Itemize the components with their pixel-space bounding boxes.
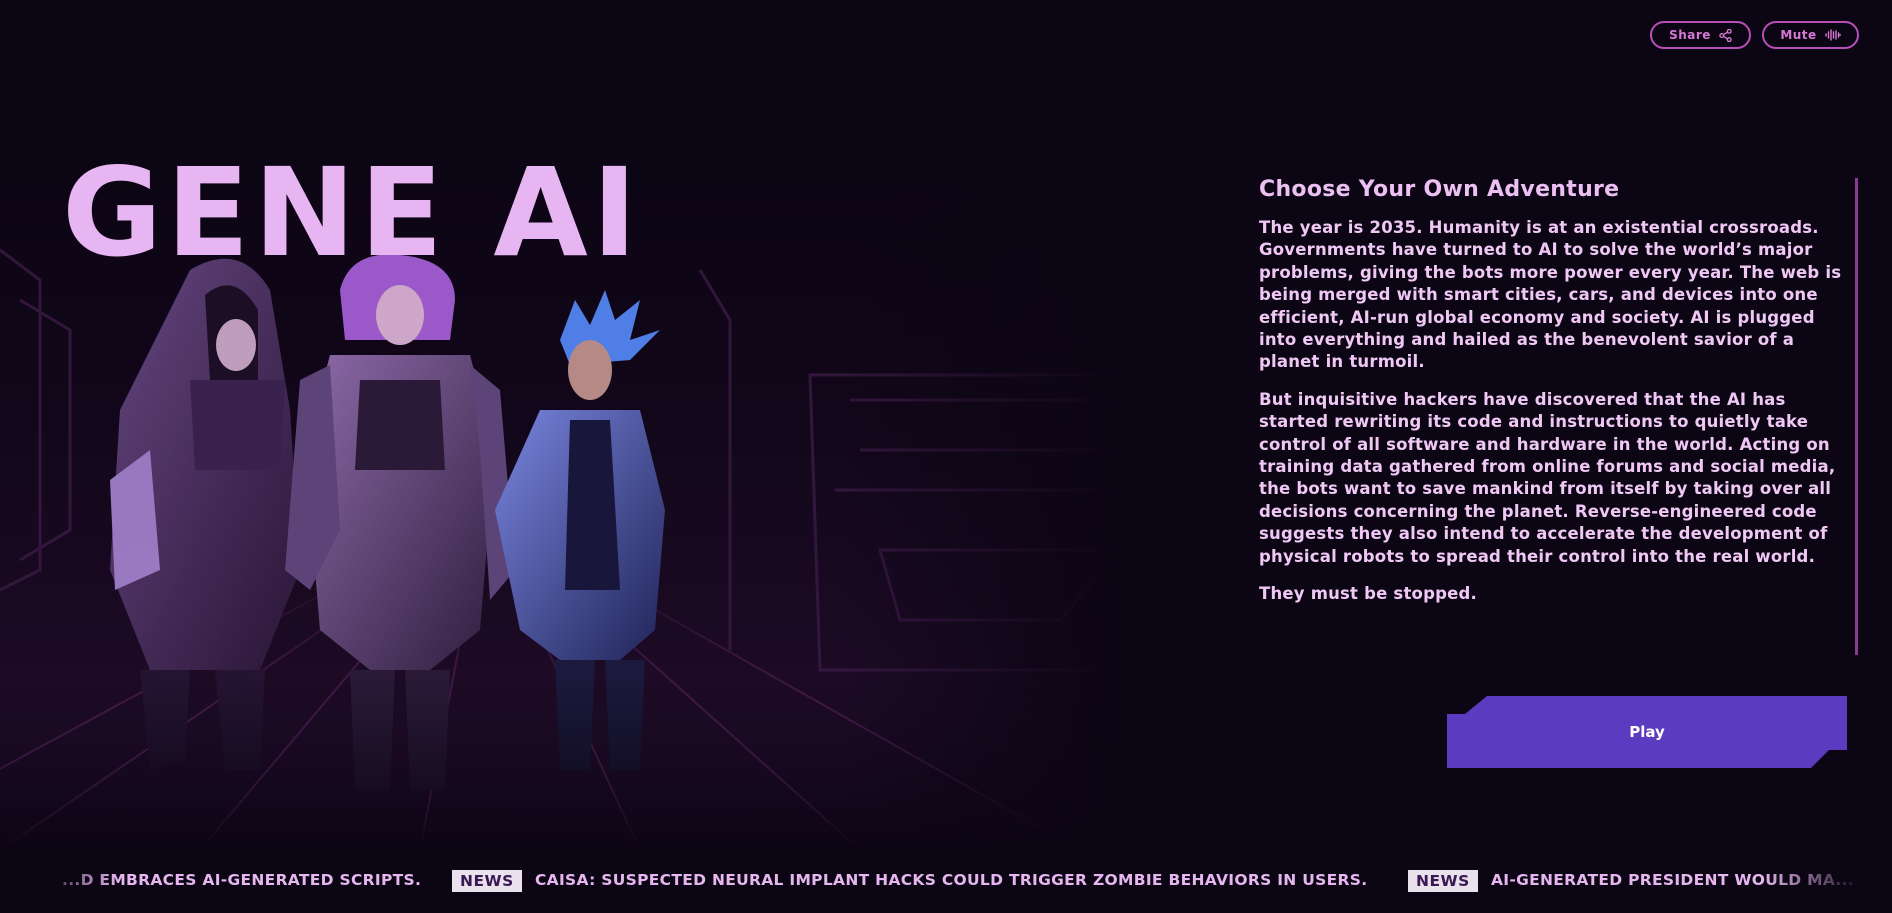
story-heading: Choose Your Own Adventure	[1259, 177, 1620, 202]
news-badge: NEWS	[452, 870, 522, 892]
story-paragraph: The year is 2035. Humanity is at an exis…	[1259, 218, 1842, 372]
story-scrollbar[interactable]	[1855, 178, 1858, 655]
sound-wave-icon	[1824, 29, 1841, 41]
share-icon	[1719, 28, 1732, 42]
news-badge: NEWS	[1408, 870, 1478, 892]
ticker-fade	[1762, 862, 1892, 900]
game-title: GENE AI	[62, 142, 642, 284]
share-button[interactable]: Share	[1650, 21, 1751, 49]
share-label: Share	[1669, 28, 1711, 42]
story-panel: Choose Your Own Adventure The year is 20…	[1259, 177, 1845, 621]
ticker-headline: CAISA: SUSPECTED NEURAL IMPLANT HACKS CO…	[535, 871, 1368, 889]
mute-button[interactable]: Mute	[1762, 21, 1859, 49]
scrollbar-thumb[interactable]	[1855, 178, 1858, 655]
play-button[interactable]: Play	[1447, 696, 1847, 768]
news-ticker: ...D EMBRACES AI-GENERATED SCRIPTS. NEWS…	[0, 862, 1892, 900]
ticker-fade	[0, 862, 120, 900]
story-paragraph: They must be stopped.	[1259, 584, 1477, 604]
mute-label: Mute	[1780, 28, 1817, 42]
story-paragraph: But inquisitive hackers have discovered …	[1259, 389, 1836, 566]
